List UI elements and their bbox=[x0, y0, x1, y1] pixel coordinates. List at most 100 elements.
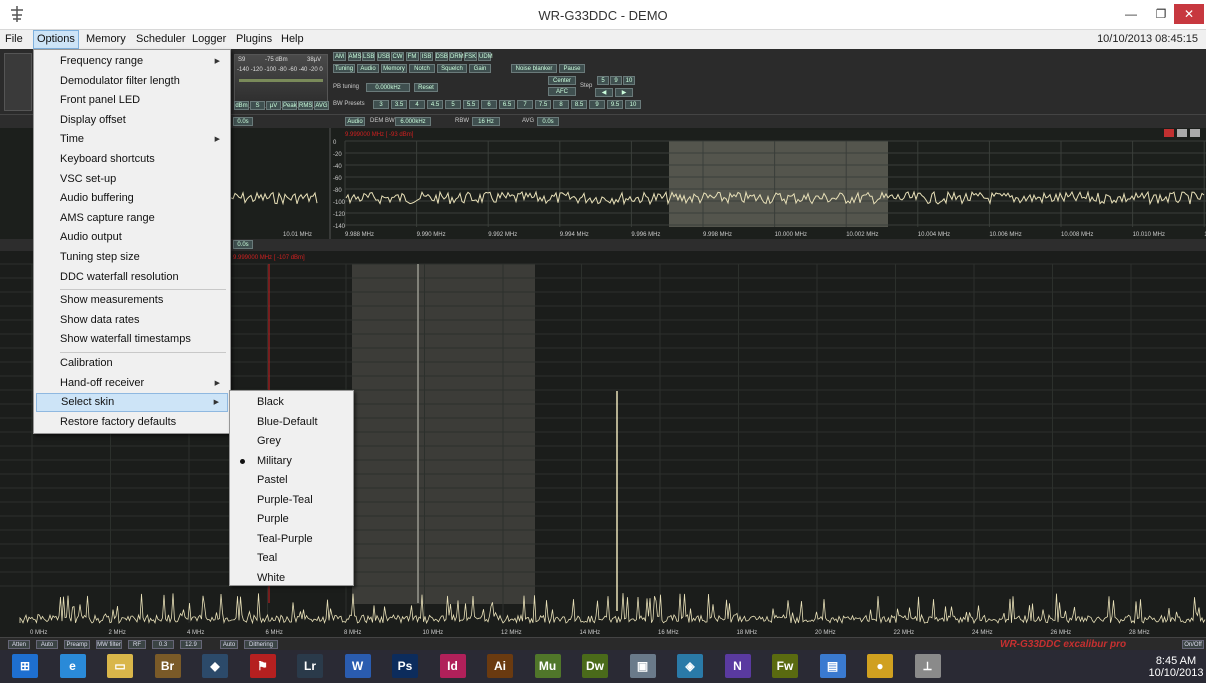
mode-button[interactable]: CW bbox=[391, 52, 404, 61]
menu-item-restore-factory-defaults[interactable]: Restore factory defaults bbox=[36, 413, 228, 432]
menu-item-audio-output[interactable]: Audio output bbox=[36, 228, 228, 247]
bw-preset-button[interactable]: 8 bbox=[553, 100, 569, 109]
mode-button[interactable]: LSB bbox=[362, 52, 375, 61]
skin-item-purple[interactable]: Purple bbox=[232, 510, 351, 529]
menu-plugins[interactable]: Plugins bbox=[233, 30, 275, 49]
onoff-button[interactable]: On/Off bbox=[1182, 640, 1204, 649]
taskbar-remote-icon[interactable]: ▤ bbox=[819, 654, 846, 678]
mode-button[interactable]: ISB bbox=[420, 52, 433, 61]
status-button[interactable]: 0.3 MHz bbox=[152, 640, 174, 657]
menu-item-frequency-range[interactable]: Frequency range ▶ bbox=[36, 52, 228, 71]
meter-button[interactable]: AVG bbox=[314, 101, 329, 110]
menu-logger[interactable]: Logger bbox=[189, 30, 229, 49]
taskbar-ai-icon[interactable]: Ai bbox=[487, 654, 513, 678]
step-right-button[interactable]: ▶ bbox=[615, 88, 633, 97]
status-button[interactable]: Dithering bbox=[244, 640, 278, 649]
mode-button[interactable]: AM bbox=[333, 52, 346, 61]
step-value-button[interactable]: 10 bbox=[623, 76, 635, 85]
taskbar-n-icon[interactable]: N bbox=[724, 654, 751, 678]
meter-button[interactable]: RMS bbox=[298, 101, 313, 110]
bw-preset-button[interactable]: 9 bbox=[589, 100, 605, 109]
taskbar-explorer-icon[interactable]: ▭ bbox=[107, 654, 133, 678]
bw-preset-button[interactable]: 7 bbox=[517, 100, 533, 109]
mode-button[interactable]: AMS bbox=[347, 52, 362, 61]
spectrum-left-avg[interactable]: 0.0s bbox=[233, 117, 253, 126]
status-button[interactable]: Auto bbox=[36, 640, 58, 649]
menu-scheduler[interactable]: Scheduler bbox=[133, 30, 189, 49]
bw-preset-button[interactable]: 6 bbox=[481, 100, 497, 109]
menu-item-display-offset[interactable]: Display offset bbox=[36, 111, 228, 130]
control-tab[interactable]: Memory bbox=[381, 64, 407, 73]
mode-button[interactable]: FM bbox=[405, 52, 419, 61]
skin-item-grey[interactable]: Grey bbox=[232, 432, 351, 451]
menu-item-ddc-waterfall-resolution[interactable]: DDC waterfall resolution bbox=[36, 268, 228, 287]
meter-button[interactable]: S bbox=[250, 101, 265, 110]
skin-item-pastel[interactable]: Pastel bbox=[232, 471, 351, 490]
control-tab[interactable]: Noise blanker bbox=[511, 64, 557, 73]
step-left-button[interactable]: ◀ bbox=[595, 88, 613, 97]
bw-preset-button[interactable]: 4.5 bbox=[427, 100, 443, 109]
bw-preset-button[interactable]: 10 bbox=[625, 100, 641, 109]
taskbar-ps-icon[interactable]: Ps bbox=[392, 654, 418, 678]
menu-item-ams-capture-range[interactable]: AMS capture range bbox=[36, 209, 228, 228]
bw-preset-button[interactable]: 5 bbox=[445, 100, 461, 109]
skin-item-military[interactable]: Military bbox=[232, 452, 351, 471]
skin-item-teal-purple[interactable]: Teal-Purple bbox=[232, 530, 351, 549]
menu-item-time[interactable]: Time ▶ bbox=[36, 130, 228, 149]
skin-item-blue-default[interactable]: Blue-Default bbox=[232, 413, 351, 432]
taskbar-acrobat-icon[interactable]: ⚑ bbox=[249, 654, 276, 678]
taskbar-bridge-icon[interactable]: ◆ bbox=[202, 654, 228, 678]
status-button[interactable]: RF filter bbox=[128, 640, 146, 657]
menu-item-hand-off-receiver[interactable]: Hand-off receiver ▶ bbox=[36, 374, 228, 393]
taskbar-dw-icon[interactable]: Dw bbox=[582, 654, 608, 678]
mode-button[interactable]: DRM bbox=[449, 52, 464, 61]
waterfall-avg[interactable]: 0.0s bbox=[233, 240, 253, 249]
bw-preset-button[interactable]: 9.5 bbox=[607, 100, 623, 109]
bw-preset-button[interactable]: 3 bbox=[373, 100, 389, 109]
control-tab[interactable]: Pause bbox=[559, 64, 585, 73]
rbw-field[interactable]: 16 Hz bbox=[472, 117, 500, 126]
step-value-button[interactable]: 5 bbox=[597, 76, 609, 85]
close-button[interactable]: ✕ bbox=[1174, 4, 1204, 24]
reset-button[interactable]: Reset bbox=[414, 83, 438, 92]
menu-item-demodulator-filter-length[interactable]: Demodulator filter length bbox=[36, 72, 228, 91]
menu-memory[interactable]: Memory bbox=[83, 30, 129, 49]
taskbar-start-icon[interactable]: ⊞ bbox=[12, 654, 38, 678]
bw-preset-button[interactable]: 3.5 bbox=[391, 100, 407, 109]
menu-item-select-skin[interactable]: Select skin ▶ bbox=[36, 393, 228, 413]
control-tab[interactable]: Tuning bbox=[333, 64, 355, 73]
menu-file[interactable]: File bbox=[2, 30, 26, 49]
control-tab[interactable]: Squelch bbox=[437, 64, 467, 73]
mode-button[interactable]: DSB bbox=[434, 52, 448, 61]
menu-help[interactable]: Help bbox=[278, 30, 307, 49]
menu-item-vsc-set-up[interactable]: VSC set-up bbox=[36, 170, 228, 189]
maximize-button[interactable]: ❐ bbox=[1147, 4, 1175, 24]
taskbar-receiver-icon[interactable]: ⟂ bbox=[914, 654, 941, 678]
audio-button[interactable]: Audio bbox=[345, 117, 365, 126]
menu-item-front-panel-led[interactable]: Front panel LED bbox=[36, 91, 228, 110]
taskbar-network-icon[interactable]: ◈ bbox=[677, 654, 703, 678]
status-button[interactable]: MW filter bbox=[96, 640, 122, 649]
mode-button[interactable]: USB bbox=[376, 52, 390, 61]
taskbar-word-icon[interactable]: W bbox=[344, 654, 371, 678]
taskbar-app-icon[interactable]: ▣ bbox=[629, 654, 656, 678]
skin-item-white[interactable]: White bbox=[232, 569, 351, 588]
dem-bw-field[interactable]: 6.000kHz bbox=[395, 117, 431, 126]
skin-item-teal[interactable]: Teal bbox=[232, 549, 351, 568]
minimize-button[interactable]: — bbox=[1117, 4, 1145, 24]
status-button[interactable]: Preamp bbox=[64, 640, 90, 649]
taskbar-ie-icon[interactable]: e bbox=[59, 654, 86, 678]
menu-item-calibration[interactable]: Calibration bbox=[36, 354, 228, 373]
meter-button[interactable]: dBm bbox=[234, 101, 249, 110]
mode-button[interactable]: FSK bbox=[463, 52, 477, 61]
control-tab[interactable]: Notch bbox=[409, 64, 435, 73]
menu-item-keyboard-shortcuts[interactable]: Keyboard shortcuts bbox=[36, 150, 228, 169]
menu-item-audio-buffering[interactable]: Audio buffering bbox=[36, 189, 228, 208]
bw-preset-button[interactable]: 7.5 bbox=[535, 100, 551, 109]
taskbar-mu-icon[interactable]: Mu bbox=[534, 654, 561, 678]
taskbar-lr-icon[interactable]: Lr bbox=[297, 654, 323, 678]
status-button[interactable]: Atten bbox=[8, 640, 30, 649]
bw-preset-button[interactable]: 4 bbox=[409, 100, 425, 109]
taskbar-fw-icon[interactable]: Fw bbox=[772, 654, 798, 678]
menu-item-show-data-rates[interactable]: Show data rates bbox=[36, 311, 228, 330]
